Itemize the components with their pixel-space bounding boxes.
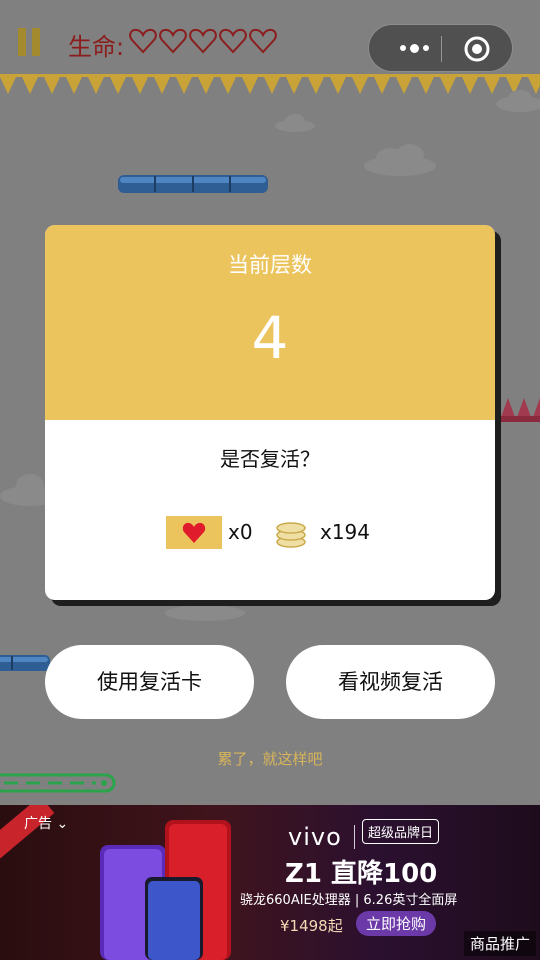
ad-spec: 骁龙660AIE处理器 | 6.26英寸全面屏 [240, 893, 458, 908]
watch-video-revive-button[interactable]: 看视频复活 [286, 645, 495, 719]
ad-label[interactable]: 广告 ⌄ [10, 813, 68, 833]
heart-outline-icon [249, 28, 277, 54]
bunting-flag [374, 77, 390, 94]
bunting-flag [110, 77, 126, 94]
bunting-flag [220, 77, 236, 94]
bunting-flag [462, 77, 478, 94]
current-floor-value: 4 [251, 304, 289, 372]
revive-card-badge [166, 516, 222, 549]
bunting-flag [0, 77, 16, 94]
target-icon[interactable] [464, 36, 490, 62]
give-up-link[interactable]: 累了，就这样吧 [0, 748, 540, 769]
bunting-flag [330, 77, 346, 94]
ad-promo-tag: 商品推广 [463, 931, 536, 956]
bunting-flag [44, 77, 60, 94]
ad-brand-divider [354, 825, 355, 849]
bunting-flag [308, 77, 324, 94]
heart-outline-icon [159, 28, 187, 54]
cloud [496, 90, 540, 112]
ad-brand: vivo [288, 823, 342, 851]
heart-outline-icon [219, 28, 247, 54]
revive-dialog: 当前层数 4 是否复活？ x0 x194 [45, 225, 495, 600]
revive-card-count: x0 [228, 520, 253, 544]
ad-cta-button[interactable]: 立即抢购 [356, 911, 437, 936]
green-dashed-platform [0, 773, 116, 793]
bunting-flag [286, 77, 302, 94]
use-revive-card-button[interactable]: 使用复活卡 [45, 645, 254, 719]
bunting-flag [88, 77, 104, 94]
pause-icon[interactable] [18, 28, 42, 56]
bunting-flag [352, 77, 368, 94]
bunting-flag [176, 77, 192, 94]
heart-icon [182, 522, 206, 543]
lives-label: 生命: [68, 32, 125, 61]
coin-stack-icon [276, 522, 306, 548]
bunting-flag [198, 77, 214, 94]
chevron-down-icon: ⌄ [56, 816, 69, 832]
bunting-flag [418, 77, 434, 94]
bunting-flag [242, 77, 258, 94]
ad-banner[interactable]: 广告 ⌄ vivo 超级品牌日 Z1 直降100 骁龙660AIE处理器 | 6… [0, 805, 540, 960]
ad-headline: Z1 直降100 [285, 859, 438, 889]
blue-platform [0, 655, 50, 671]
bunting-flag [154, 77, 170, 94]
lives-hearts [128, 26, 278, 62]
revive-question: 是否复活？ [220, 447, 320, 471]
ad-badge: 超级品牌日 [362, 819, 440, 844]
phone-image [145, 877, 203, 960]
coin-count: x194 [320, 520, 371, 544]
cloud [275, 114, 315, 132]
ad-label-text: 广告 [24, 816, 52, 832]
bunting-flag [396, 77, 412, 94]
blue-platform [118, 175, 268, 193]
lives-indicator: 生命: [68, 26, 278, 62]
bunting-flag [440, 77, 456, 94]
bunting-flag [22, 77, 38, 94]
miniprogram-capsule [368, 24, 513, 72]
bunting-flag [132, 77, 148, 94]
bunting-decoration [0, 74, 540, 94]
heart-outline-icon [129, 28, 157, 54]
bunting-flag [66, 77, 82, 94]
bunting-flag [264, 77, 280, 94]
cloud [364, 144, 436, 176]
red-spike-platform [500, 398, 540, 422]
current-floor-title: 当前层数 [228, 253, 312, 277]
capsule-divider [441, 36, 442, 62]
more-dots-icon[interactable] [389, 37, 439, 59]
ad-price: ¥1498起 [280, 917, 343, 935]
heart-outline-icon [189, 28, 217, 54]
